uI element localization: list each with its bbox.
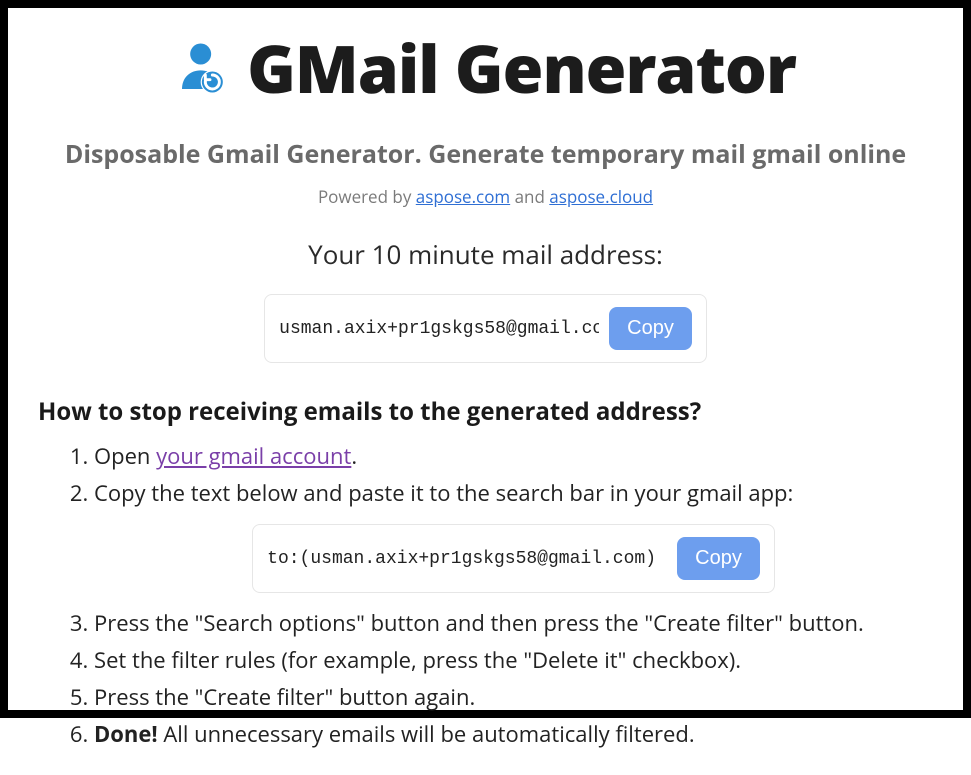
generated-email-input[interactable] (279, 319, 599, 339)
search-copy-box: Copy (252, 524, 775, 593)
user-refresh-icon (175, 40, 231, 96)
gmail-account-link[interactable]: your gmail account (156, 441, 351, 471)
page-subtitle: Disposable Gmail Generator. Generate tem… (38, 137, 933, 171)
howto-step-5: Press the "Create filter" button again. (94, 681, 933, 714)
howto-step-3: Press the "Search options" button and th… (94, 607, 933, 640)
copy-email-button[interactable]: Copy (609, 307, 692, 350)
howto-list: Open your gmail account. Copy the text b… (38, 440, 933, 751)
howto-heading: How to stop receiving emails to the gene… (38, 395, 933, 428)
done-label: Done! (94, 719, 158, 749)
howto-step-4: Set the filter rules (for example, press… (94, 644, 933, 677)
howto-step-2: Copy the text below and paste it to the … (94, 477, 933, 593)
howto-step-6: Done! All unnecessary emails will be aut… (94, 718, 933, 751)
title-row: GMail Generator (38, 23, 933, 113)
page-title: GMail Generator (247, 23, 796, 113)
header: GMail Generator Disposable Gmail Generat… (38, 23, 933, 208)
search-filter-input[interactable] (267, 549, 667, 569)
copy-search-button[interactable]: Copy (677, 537, 760, 580)
howto-step-1: Open your gmail account. (94, 440, 933, 473)
link-aspose-com[interactable]: aspose.com (416, 185, 510, 208)
powered-by: Powered by aspose.com and aspose.cloud (38, 185, 933, 208)
powered-and: and (510, 185, 549, 208)
address-label: Your 10 minute mail address: (38, 236, 933, 272)
email-copy-box: Copy (264, 294, 707, 363)
link-aspose-cloud[interactable]: aspose.cloud (549, 185, 653, 208)
powered-prefix: Powered by (318, 185, 416, 208)
